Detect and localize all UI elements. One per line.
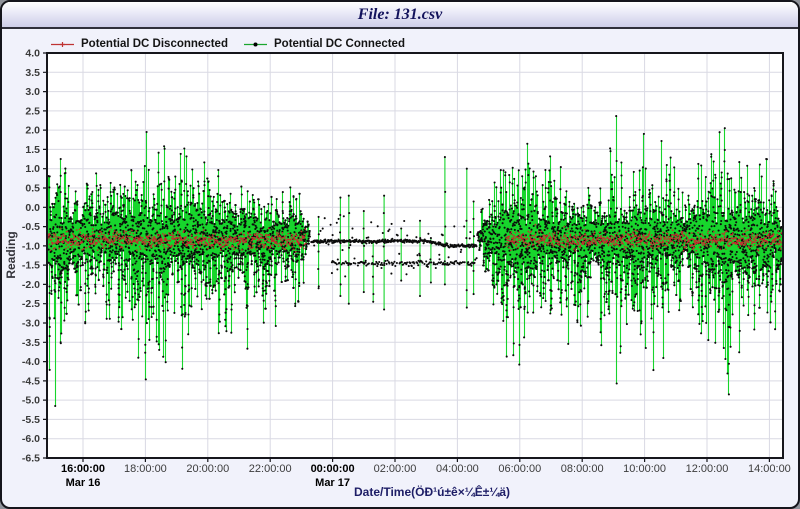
x-tick-label: 20:00:00 — [186, 463, 229, 475]
y-tick-label: 3.0 — [25, 86, 40, 98]
y-tick-label: 0.0 — [25, 202, 40, 214]
y-tick-label: 0.5 — [25, 183, 40, 195]
chart-plot: 4.03.53.02.52.01.51.00.50.0-0.5-1.0-1.5-… — [0, 0, 800, 509]
y-tick-label: 2.5 — [25, 105, 40, 117]
legend: Potential DC Disconnected Potential DC C… — [2, 38, 798, 51]
legend-marker-disconnected-icon — [50, 39, 75, 50]
y-tick-label: -1.5 — [22, 260, 40, 272]
x-tick-sublabel: Mar 16 — [66, 477, 101, 489]
window-title: File: 131.csv — [358, 6, 442, 24]
y-tick-label: -4.0 — [22, 356, 40, 368]
y-tick-label: 1.0 — [25, 163, 40, 175]
x-tick-label: 08:00:00 — [561, 463, 604, 475]
y-tick-label: -2.5 — [22, 298, 40, 310]
title-bar: File: 131.csv — [2, 2, 798, 29]
y-tick-label: -6.0 — [22, 433, 40, 445]
legend-item-connected: Potential DC Connected — [243, 38, 405, 50]
x-tick-label: 04:00:00 — [436, 463, 479, 475]
x-tick-label: 22:00:00 — [249, 463, 292, 475]
legend-label-disconnected: Potential DC Disconnected — [81, 38, 228, 50]
legend-marker-connected-icon — [243, 39, 268, 50]
legend-label-connected: Potential DC Connected — [274, 38, 405, 50]
y-tick-label: -5.0 — [22, 395, 40, 407]
x-tick-label: 00:00:00 — [311, 463, 355, 475]
y-tick-label: 3.5 — [25, 67, 40, 79]
x-tick-label: 14:00:00 — [748, 463, 791, 475]
x-tick-label: 18:00:00 — [124, 463, 167, 475]
x-tick-label: 02:00:00 — [374, 463, 417, 475]
legend-item-disconnected: Potential DC Disconnected — [50, 38, 228, 50]
page-background: 4.03.53.02.52.01.51.00.50.0-0.5-1.0-1.5-… — [0, 0, 800, 509]
y-tick-label: -3.0 — [22, 318, 40, 330]
y-tick-label: 2.0 — [25, 125, 40, 137]
x-tick-sublabel: Mar 17 — [315, 477, 350, 489]
y-tick-label: -2.0 — [22, 279, 40, 291]
x-tick-label: 06:00:00 — [498, 463, 541, 475]
y-tick-label: -1.0 — [22, 240, 40, 252]
chart-window: 4.03.53.02.52.01.51.00.50.0-0.5-1.0-1.5-… — [0, 0, 800, 509]
x-tick-label: 10:00:00 — [623, 463, 666, 475]
x-tick-label: 16:00:00 — [61, 463, 105, 475]
y-tick-label: 1.5 — [25, 144, 40, 156]
y-axis-title: Reading — [4, 231, 18, 278]
y-tick-label: -0.5 — [22, 221, 40, 233]
y-tick-label: -4.5 — [22, 375, 40, 387]
x-tick-label: 12:00:00 — [686, 463, 729, 475]
y-tick-label: -3.5 — [22, 337, 40, 349]
y-tick-label: -6.5 — [22, 453, 40, 465]
y-tick-label: -5.5 — [22, 414, 40, 426]
x-axis-title: Date/Time(ÖÐ¹ú±ê×¼Ê±¼ä) — [354, 485, 510, 499]
